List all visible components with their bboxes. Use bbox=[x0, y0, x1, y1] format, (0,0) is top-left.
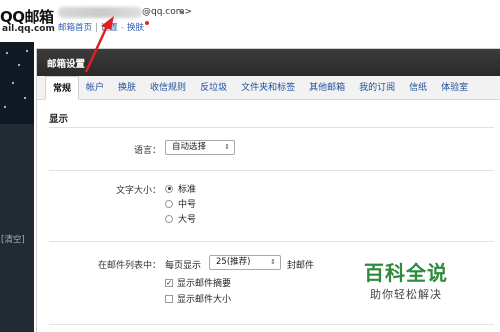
notification-dot bbox=[145, 21, 149, 25]
star-decoration bbox=[24, 97, 26, 99]
tab-other-mail[interactable]: 其他邮箱 bbox=[302, 76, 352, 100]
radio-icon bbox=[165, 199, 173, 208]
radio-label: 标准 bbox=[178, 185, 197, 195]
watermark-subtitle: 助你轻松解决 bbox=[370, 288, 442, 301]
checkbox-label: 显示邮件摘要 bbox=[177, 279, 232, 289]
per-page-value: 25(推荐) bbox=[216, 257, 251, 267]
font-size-standard-radio[interactable]: 标准 bbox=[165, 182, 196, 195]
divider bbox=[49, 324, 494, 325]
radio-selected-icon bbox=[165, 184, 173, 193]
tab-lab[interactable]: 体验室 bbox=[434, 76, 475, 100]
link-separator-dash: - bbox=[120, 23, 124, 33]
per-page-suffix: 封邮件 bbox=[287, 261, 315, 271]
select-arrow-icon: ⇕ bbox=[270, 258, 276, 266]
show-summary-checkbox[interactable]: ✓ 显示邮件摘要 bbox=[165, 276, 231, 289]
account-dropdown-icon[interactable]: ▾ bbox=[180, 8, 184, 17]
per-page-prefix: 每页显示 bbox=[165, 261, 202, 271]
language-label: 语言： bbox=[133, 146, 161, 156]
star-decoration bbox=[18, 64, 20, 66]
email-suffix: @qq.com> bbox=[142, 7, 193, 17]
tab-skin[interactable]: 换肤 bbox=[111, 76, 143, 100]
checkbox-icon bbox=[165, 294, 173, 303]
left-sidebar bbox=[0, 42, 34, 332]
tab-stationery[interactable]: 信纸 bbox=[402, 76, 434, 100]
radio-label: 大号 bbox=[178, 215, 197, 225]
star-decoration bbox=[4, 106, 6, 108]
radio-icon bbox=[165, 214, 173, 223]
divider bbox=[49, 127, 494, 128]
per-page-select[interactable]: 25(推荐) ⇕ bbox=[209, 255, 281, 270]
sidebar-panel bbox=[0, 124, 34, 332]
divider bbox=[49, 170, 494, 171]
watermark: 百科全说 助你轻松解决 bbox=[348, 253, 466, 309]
show-size-checkbox[interactable]: 显示邮件大小 bbox=[165, 292, 231, 305]
tab-folders[interactable]: 文件夹和标签 bbox=[234, 76, 302, 100]
tab-subscriptions[interactable]: 我的订阅 bbox=[352, 76, 402, 100]
star-decoration bbox=[26, 50, 28, 52]
tab-rules[interactable]: 收信规则 bbox=[143, 76, 193, 100]
tab-accounts[interactable]: 帐户 bbox=[79, 76, 111, 100]
checkbox-checked-icon: ✓ bbox=[165, 278, 173, 287]
tab-general[interactable]: 常规 bbox=[45, 76, 80, 100]
language-value: 自动选择 bbox=[172, 142, 207, 152]
settings-tabs: 常规 帐户 换肤 收信规则 反垃圾 文件夹和标签 其他邮箱 我的订阅 信纸 体验… bbox=[37, 76, 500, 100]
mail-domain: ail.qq.com bbox=[2, 24, 55, 34]
font-size-medium-radio[interactable]: 中号 bbox=[165, 197, 196, 210]
star-decoration bbox=[12, 82, 14, 84]
font-size-label: 文字大小： bbox=[115, 186, 161, 196]
top-header: QQ邮箱 ail.qq.com @qq.com> ▾ 邮箱首页|设置-换肤 bbox=[0, 0, 500, 42]
star-decoration bbox=[6, 52, 8, 54]
tab-antispam[interactable]: 反垃圾 bbox=[193, 76, 234, 100]
clear-trash-link[interactable]: [清空] bbox=[1, 233, 25, 245]
select-arrow-icon: ⇕ bbox=[224, 143, 230, 151]
skin-link[interactable]: 换肤 bbox=[127, 23, 144, 33]
divider bbox=[49, 241, 494, 242]
radio-label: 中号 bbox=[178, 200, 197, 210]
annotation-arrow-icon bbox=[84, 16, 114, 73]
section-title-display: 显示 bbox=[49, 114, 69, 125]
font-size-large-radio[interactable]: 大号 bbox=[165, 212, 196, 225]
language-select[interactable]: 自动选择 ⇕ bbox=[165, 140, 235, 155]
mail-list-label: 在邮件列表中： bbox=[97, 261, 161, 271]
checkbox-label: 显示邮件大小 bbox=[177, 295, 232, 305]
watermark-title: 百科全说 bbox=[364, 261, 448, 285]
